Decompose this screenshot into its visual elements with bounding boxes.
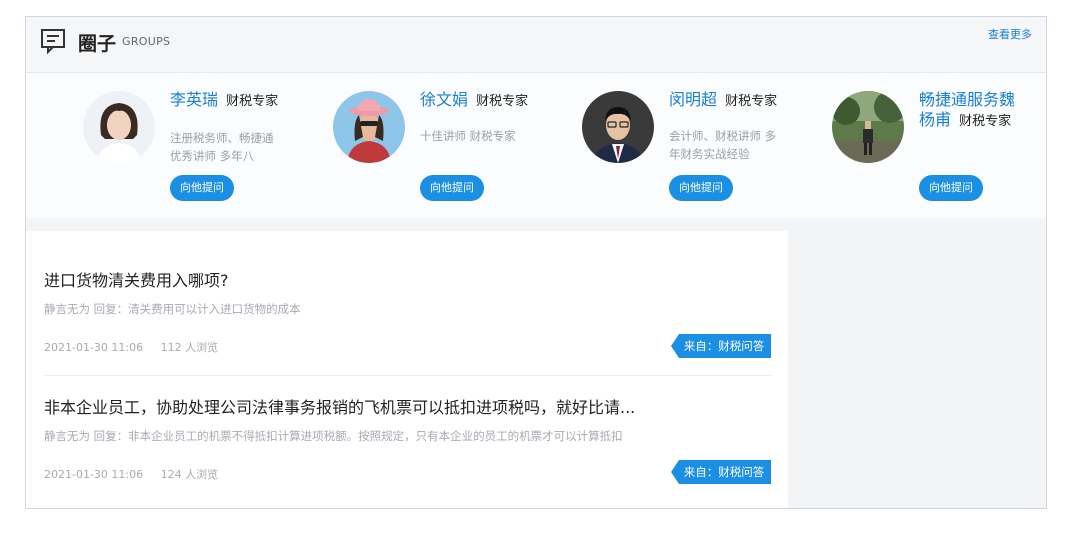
groups-panel: 圈子 GROUPS 查看更多 李英瑞 财税专家 注册税务师、畅捷通优秀讲师 多年…	[25, 16, 1047, 509]
question-reply: 静言无为 回复：清关费用可以计入进口货物的成本	[44, 302, 301, 316]
ask-question-button[interactable]: 向他提问	[420, 175, 484, 201]
expert-card: 畅捷通服务魏杨甫 财税专家 向他提问	[832, 91, 1046, 211]
question-meta: 2021-01-30 11:06 112 人浏览	[44, 339, 232, 355]
question-title[interactable]: 非本企业员工，协助处理公司法律事务报销的飞机票可以抵扣进项税吗，就好比请...	[44, 394, 635, 418]
avatar[interactable]	[333, 91, 405, 163]
avatar[interactable]	[582, 91, 654, 163]
expert-description: 会计师、财税讲师 多年财务实战经验	[669, 129, 777, 161]
question-views: 124 人浏览	[160, 468, 219, 481]
expert-description: 十佳讲师 财税专家	[420, 129, 516, 143]
question-date: 2021-01-30 11:06	[44, 341, 144, 354]
expert-description: 注册税务师、畅捷通优秀讲师 多年八	[170, 131, 274, 163]
expert-list: 李英瑞 财税专家 注册税务师、畅捷通优秀讲师 多年八 向他提问 徐文娟 财税专家…	[26, 73, 1046, 218]
avatar[interactable]	[83, 91, 155, 163]
ask-question-button[interactable]: 向他提问	[170, 175, 234, 201]
expert-card: 徐文娟 财税专家 十佳讲师 财税专家 向他提问	[333, 91, 563, 211]
chat-list-icon	[40, 28, 68, 55]
expert-info: 徐文娟 财税专家 十佳讲师 财税专家	[420, 91, 565, 145]
source-tag[interactable]: 来自：财税问答	[671, 460, 771, 484]
expert-role: 财税专家	[226, 94, 279, 109]
expert-role: 财税专家	[725, 94, 778, 109]
expert-role: 财税专家	[476, 94, 529, 109]
source-tag[interactable]: 来自：财税问答	[671, 334, 771, 358]
list-item: 进口货物清关费用入哪项? 静言无为 回复：清关费用可以计入进口货物的成本 202…	[26, 231, 788, 376]
question-title[interactable]: 进口货物清关费用入哪项?	[44, 267, 229, 291]
avatar[interactable]	[832, 91, 904, 163]
expert-info: 畅捷通服务魏杨甫 财税专家	[919, 91, 1046, 131]
expert-card: 闵明超 财税专家 会计师、财税讲师 多年财务实战经验 向他提问	[582, 91, 812, 211]
view-more-link[interactable]: 查看更多	[988, 26, 1032, 42]
question-views: 112 人浏览	[160, 341, 219, 354]
page-subtitle: GROUPS	[122, 35, 171, 48]
question-meta: 2021-01-30 11:06 124 人浏览	[44, 466, 232, 482]
expert-card: 李英瑞 财税专家 注册税务师、畅捷通优秀讲师 多年八 向他提问	[83, 91, 313, 211]
expert-name[interactable]: 徐文娟	[420, 90, 468, 109]
expert-name[interactable]: 李英瑞	[170, 90, 218, 109]
question-list: 进口货物清关费用入哪项? 静言无为 回复：清关费用可以计入进口货物的成本 202…	[26, 231, 788, 508]
question-reply: 静言无为 回复：非本企业员工的机票不得抵扣计算进项税额。按照规定，只有本企业的员…	[44, 429, 623, 443]
expert-name[interactable]: 闵明超	[669, 90, 717, 109]
groups-header: 圈子 GROUPS 查看更多	[26, 17, 1046, 73]
expert-info: 李英瑞 财税专家 注册税务师、畅捷通优秀讲师 多年八	[170, 91, 315, 165]
ask-question-button[interactable]: 向他提问	[669, 175, 733, 201]
list-item: 非本企业员工，协助处理公司法律事务报销的飞机票可以抵扣进项税吗，就好比请... …	[26, 376, 788, 508]
question-date: 2021-01-30 11:06	[44, 468, 144, 481]
expert-role: 财税专家	[959, 114, 1012, 129]
page-title: 圈子	[78, 33, 117, 55]
ask-question-button[interactable]: 向他提问	[919, 175, 983, 201]
expert-info: 闵明超 财税专家 会计师、财税讲师 多年财务实战经验	[669, 91, 814, 163]
